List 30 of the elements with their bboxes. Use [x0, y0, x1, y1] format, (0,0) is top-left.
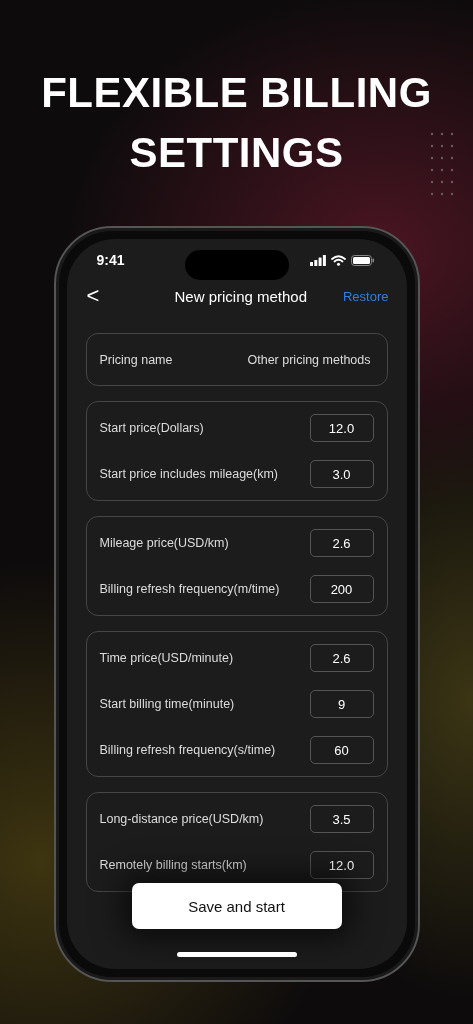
field-label: Start price includes mileage(km)	[99, 467, 279, 481]
field-label: Start price(Dollars)	[99, 421, 204, 435]
input-field[interactable]: 12.0	[309, 414, 374, 442]
wifi-icon	[330, 254, 346, 266]
input-field[interactable]: 2.6	[309, 644, 374, 672]
field-label: Start billing time(minute)	[99, 697, 235, 711]
input-field[interactable]: 3.5	[309, 805, 374, 833]
input-field[interactable]: 12.0	[309, 851, 374, 879]
field-label: Remotely billing starts(km)	[99, 858, 247, 872]
input-field[interactable]: 200	[309, 575, 374, 603]
restore-link[interactable]: Restore	[342, 288, 389, 304]
pricing-name-value[interactable]: Other pricing methods	[247, 352, 371, 367]
field-label: Billing refresh frequency(s/time)	[99, 743, 276, 757]
field-label: Pricing name	[99, 352, 173, 367]
field-label: Mileage price(USD/km)	[99, 536, 229, 550]
field-label: Time price(USD/minute)	[99, 651, 234, 665]
page-title: New pricing method	[174, 287, 307, 305]
headline: SETTINGS	[129, 128, 344, 178]
status-time: 9:41	[96, 252, 125, 268]
input-field[interactable]: 60	[309, 736, 374, 764]
back-button[interactable]: <	[82, 283, 113, 309]
battery-icon	[350, 254, 375, 266]
input-field[interactable]: 9	[309, 690, 374, 718]
save-button[interactable]: Save and start	[131, 883, 342, 929]
headline: FLEXIBLE BILLING	[41, 68, 432, 118]
signal-icon	[309, 254, 326, 266]
input-field[interactable]: 2.6	[309, 529, 374, 557]
field-label: Long-distance price(USD/km)	[99, 812, 264, 826]
input-field[interactable]: 3.0	[309, 460, 374, 488]
field-label: Billing refresh frequency(m/time)	[99, 582, 280, 596]
